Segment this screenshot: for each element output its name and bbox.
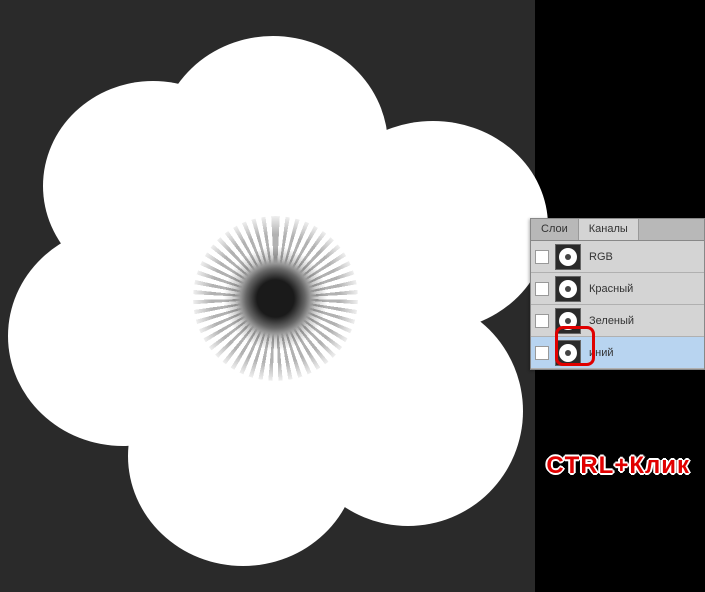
- channel-preview-image: [18, 26, 518, 566]
- channel-label: Красный: [589, 283, 700, 295]
- channel-label: иний: [589, 347, 700, 359]
- visibility-toggle[interactable]: [535, 250, 549, 264]
- channel-thumbnail[interactable]: [555, 276, 581, 302]
- panel-tabs: Слои Каналы: [531, 219, 704, 241]
- channels-panel: Слои Каналы RGB Красный Зеленый иний: [530, 218, 705, 370]
- canvas-viewport[interactable]: [0, 0, 535, 592]
- visibility-toggle[interactable]: [535, 282, 549, 296]
- channel-row-green[interactable]: Зеленый: [531, 305, 704, 337]
- visibility-toggle[interactable]: [535, 346, 549, 360]
- channel-list: RGB Красный Зеленый иний: [531, 241, 704, 369]
- channel-row-red[interactable]: Красный: [531, 273, 704, 305]
- tab-channels[interactable]: Каналы: [579, 219, 639, 240]
- channel-thumbnail[interactable]: [555, 340, 581, 366]
- channel-label: Зеленый: [589, 315, 700, 327]
- channel-row-blue[interactable]: иний: [531, 337, 704, 369]
- annotation-text: CTRL+Клик: [546, 452, 690, 480]
- channel-label: RGB: [589, 251, 700, 263]
- channel-thumbnail[interactable]: [555, 244, 581, 270]
- visibility-toggle[interactable]: [535, 314, 549, 328]
- channel-row-rgb[interactable]: RGB: [531, 241, 704, 273]
- tab-layers[interactable]: Слои: [531, 219, 579, 240]
- channel-thumbnail[interactable]: [555, 308, 581, 334]
